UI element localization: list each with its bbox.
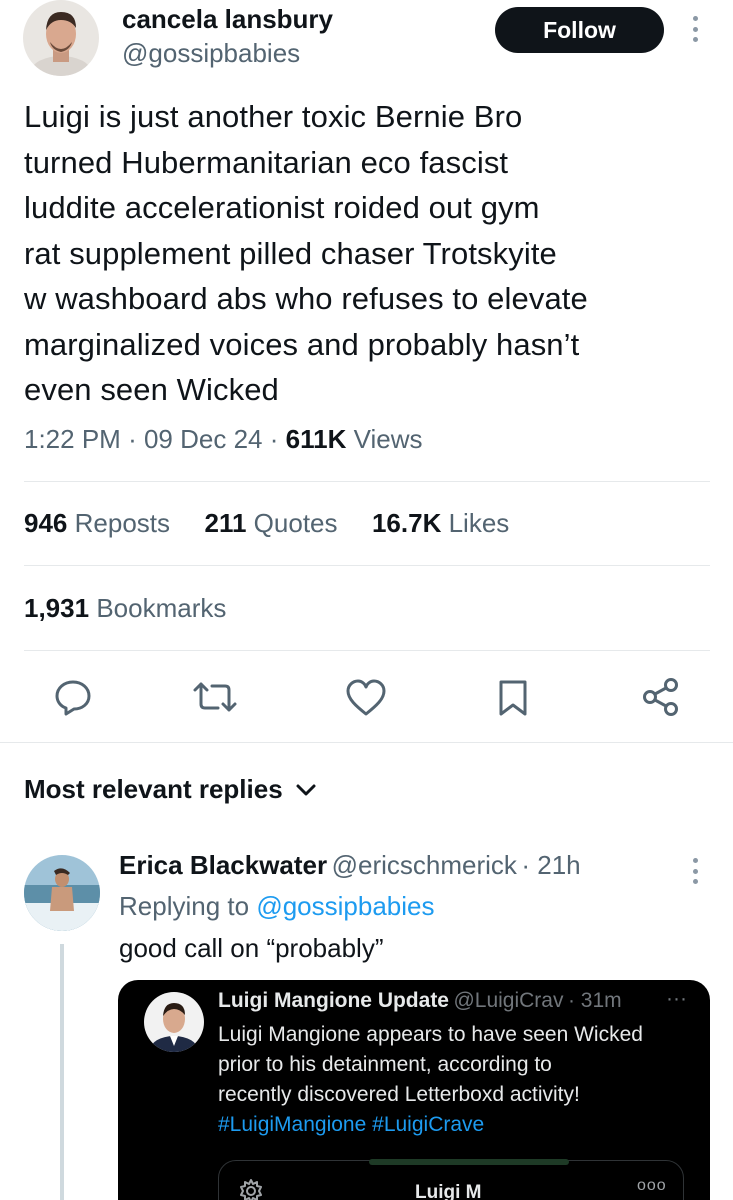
embedded-more-icon: ··· <box>666 987 687 1010</box>
embedded-hashtag: #LuigiCrave <box>372 1113 485 1136</box>
embedded-line: prior to his detainment, according to <box>218 1053 552 1076</box>
embedded-image[interactable]: Luigi Mangione Update @LuigiCrav · 31m ·… <box>118 980 710 1200</box>
reply-author-handle[interactable]: @ericschmerick <box>332 850 517 880</box>
likes-stat[interactable]: 16.7K Likes <box>372 508 509 538</box>
quotes-count: 211 <box>204 508 247 538</box>
tweet-time[interactable]: 1:22 PM <box>24 424 121 454</box>
bookmark-icon[interactable] <box>497 678 529 718</box>
gear-icon <box>240 1179 262 1200</box>
embedded-text: Luigi Mangione appears to have seen Wick… <box>218 1020 698 1140</box>
author-avatar[interactable] <box>23 0 99 76</box>
divider <box>24 565 710 566</box>
chevron-down-icon <box>296 784 316 795</box>
views-count: 611K <box>285 424 347 454</box>
reposts-label: Reposts <box>74 508 171 538</box>
embedded-author-name: Luigi Mangione Update <box>218 989 449 1012</box>
reply-icon[interactable] <box>52 676 94 718</box>
likes-count: 16.7K <box>371 508 442 538</box>
stats-row: 946 Reposts 211 Quotes 16.7K Likes <box>24 508 509 539</box>
bookmarks-stat[interactable]: 1,931 Bookmarks <box>24 593 226 624</box>
replies-sort-button[interactable]: Most relevant replies <box>24 774 317 805</box>
tweet-line: rat supplement pilled chaser Trotskyite <box>24 235 557 271</box>
section-separator <box>0 742 733 743</box>
tweet-line: marginalized voices and probably hasn’t <box>24 326 580 362</box>
embedded-inner-more: ooo <box>637 1177 667 1194</box>
divider <box>24 481 710 482</box>
tweet-meta: 1:22 PM · 09 Dec 24 · 611K Views <box>24 424 423 455</box>
author-handle[interactable]: @gossipbabies <box>122 38 300 69</box>
tweet-line: Luigi is just another toxic Bernie Bro <box>24 99 523 134</box>
replying-to: Replying to @gossipbabies <box>119 891 434 922</box>
tweet-line: even seen Wicked <box>24 372 279 407</box>
reply-avatar[interactable] <box>24 855 100 931</box>
thread-line <box>60 944 64 1200</box>
likes-label: Likes <box>448 508 510 538</box>
reply-age: · 21h <box>521 850 581 880</box>
replying-prefix: Replying to <box>119 891 250 921</box>
embedded-age: · 31m <box>567 989 622 1012</box>
embedded-author-handle: @LuigiCrav <box>453 989 564 1012</box>
quotes-label: Quotes <box>253 508 338 538</box>
reply-author-name[interactable]: Erica Blackwater <box>119 850 327 880</box>
reply-text: good call on “probably” <box>119 933 384 963</box>
embedded-hashtag: #LuigiMangione <box>218 1113 367 1136</box>
embedded-header: Luigi Mangione Update @LuigiCrav · 31m <box>218 989 622 1013</box>
tweet-line: turned Hubermanitarian eco fascist <box>24 144 509 180</box>
reposts-stat[interactable]: 946 Reposts <box>24 508 170 538</box>
bookmarks-label: Bookmarks <box>96 593 227 623</box>
reply-header: Erica Blackwater @ericschmerick · 21h <box>119 850 581 881</box>
embedded-line: recently discovered Letterboxd activity! <box>218 1083 580 1106</box>
like-icon[interactable] <box>344 678 388 718</box>
share-icon[interactable] <box>640 676 682 718</box>
replying-handle-link[interactable]: @gossipbabies <box>256 891 434 921</box>
meta-separator: · <box>128 424 137 454</box>
embedded-avatar <box>144 992 204 1052</box>
tweet-date[interactable]: 09 Dec 24 <box>144 424 263 454</box>
follow-button[interactable]: Follow <box>495 7 664 53</box>
reply-more-icon[interactable] <box>690 858 700 884</box>
views-label: Views <box>353 424 423 454</box>
embedded-line: Luigi Mangione appears to have seen Wick… <box>218 1023 643 1046</box>
divider <box>24 650 710 651</box>
more-options-icon[interactable] <box>690 16 700 42</box>
replies-sort-label: Most relevant replies <box>24 774 283 804</box>
reposts-count: 946 <box>24 508 68 538</box>
meta-separator: · <box>269 424 279 454</box>
tweet-line: luddite accelerationist roided out gym <box>24 190 540 225</box>
bookmarks-count: 1,931 <box>24 593 90 623</box>
tweet-body: Luigi is just another toxic Bernie Bro t… <box>24 94 714 413</box>
embedded-inner-blur <box>369 1159 569 1165</box>
tweet-line: w washboard abs who refuses to elevate <box>24 281 588 316</box>
repost-icon[interactable] <box>190 676 240 718</box>
quotes-stat[interactable]: 211 Quotes <box>204 508 337 538</box>
embedded-inner-title: Luigi M <box>415 1182 482 1200</box>
author-name[interactable]: cancela lansbury <box>122 4 333 35</box>
embedded-inner-card: Luigi M ooo <box>218 1159 684 1200</box>
